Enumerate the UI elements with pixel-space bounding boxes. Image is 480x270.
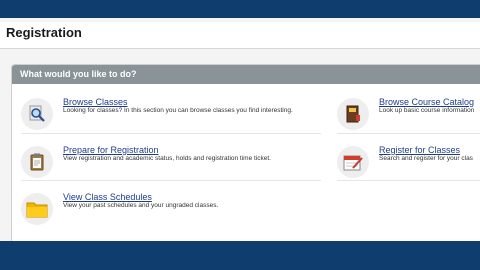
- page-title: Registration: [6, 25, 82, 40]
- actions-panel: What would you like to do? Browse Classe…: [11, 64, 480, 243]
- divider: [21, 180, 321, 181]
- prepare-registration-link[interactable]: Prepare for Registration: [63, 145, 159, 155]
- browse-catalog-description: Look up basic course information: [379, 107, 475, 114]
- prepare-registration-description: View registration and academic status, h…: [63, 155, 271, 162]
- folder-icon: [21, 193, 53, 225]
- browse-catalog-link[interactable]: Browse Course Catalog: [379, 97, 474, 107]
- divider: [337, 180, 480, 181]
- page-header: Registration: [0, 22, 480, 49]
- panel-heading: What would you like to do?: [12, 65, 480, 84]
- calendar-icon: [337, 146, 369, 178]
- clipboard-icon: [21, 146, 53, 178]
- divider: [337, 133, 480, 134]
- view-schedules-description: View your past schedules and your ungrad…: [63, 202, 219, 209]
- bottom-bar: [0, 241, 480, 270]
- divider: [21, 133, 321, 134]
- browse-classes-description: Looking for classes? In this section you…: [63, 107, 293, 114]
- magnifier-icon: [21, 98, 53, 130]
- view-schedules-link[interactable]: View Class Schedules: [63, 192, 152, 202]
- book-icon: [337, 98, 369, 130]
- browse-classes-link[interactable]: Browse Classes: [63, 97, 128, 107]
- register-classes-link[interactable]: Register for Classes: [379, 145, 460, 155]
- register-classes-description: Search and register for your clas: [379, 155, 473, 162]
